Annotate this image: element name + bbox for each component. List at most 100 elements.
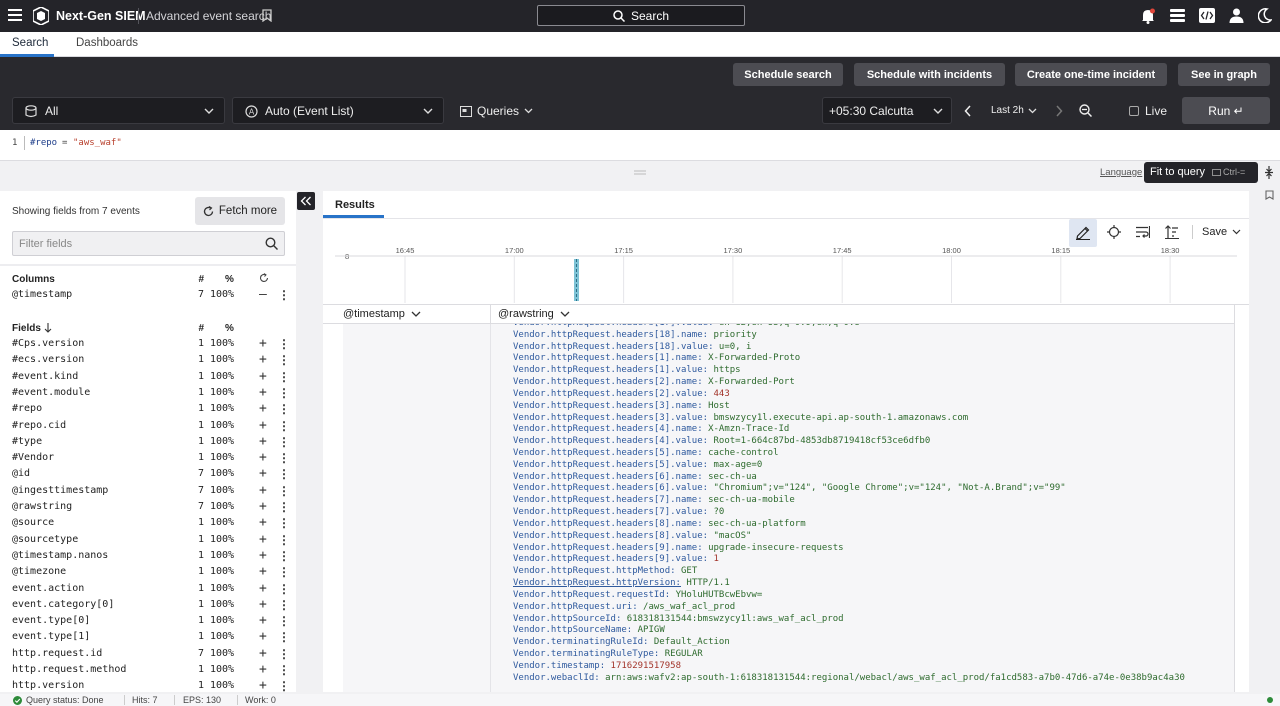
create-one-time-incident-button[interactable]: Create one-time incident — [1015, 63, 1167, 86]
scrollbar-track[interactable] — [1234, 305, 1235, 692]
schedule-with-incidents-button[interactable]: Schedule with incidents — [854, 63, 1005, 86]
field-row[interactable]: http.request.method 1 100% + ⋮ — [12, 662, 290, 678]
event-timeline-chart[interactable]: 816:4517:0017:1517:3017:4518:0018:1518:3… — [323, 241, 1249, 307]
add-field-icon[interactable]: + — [259, 352, 267, 367]
field-row[interactable]: @timestamp.nanos 1 100% + ⋮ — [12, 548, 290, 564]
chevron-right-icon[interactable] — [1055, 105, 1063, 117]
add-field-icon[interactable]: + — [259, 678, 267, 693]
chevron-left-icon[interactable] — [964, 105, 972, 117]
add-field-icon[interactable]: + — [259, 385, 267, 400]
add-field-icon[interactable]: + — [259, 418, 267, 433]
queries-menu-button[interactable]: Queries — [460, 104, 533, 118]
more-options-icon[interactable]: ⋮ — [278, 549, 290, 563]
add-field-icon[interactable]: + — [259, 646, 267, 661]
global-search-button[interactable]: Search — [537, 5, 745, 26]
field-row[interactable]: http.request.id 7 100% + ⋮ — [12, 646, 290, 662]
notifications-bell-icon[interactable] — [1141, 8, 1155, 27]
more-options-icon[interactable]: ⋮ — [278, 484, 290, 498]
live-checkbox[interactable] — [1129, 106, 1139, 116]
query-editor[interactable]: 1 #repo = "aws_waf" — [0, 130, 1280, 161]
more-options-icon[interactable]: ⋮ — [278, 370, 290, 384]
add-field-icon[interactable]: + — [259, 336, 267, 351]
more-options-icon[interactable]: ⋮ — [278, 663, 290, 677]
more-options-icon[interactable]: ⋮ — [278, 582, 290, 596]
collapse-panel-button[interactable] — [297, 192, 315, 210]
raw-field-key[interactable]: Vendor.httpRequest.httpVersion: — [513, 578, 681, 588]
field-row[interactable]: #Vendor 1 100% + ⋮ — [12, 450, 290, 466]
field-row[interactable]: #event.module 1 100% + ⋮ — [12, 385, 290, 401]
code-editor-icon[interactable] — [1199, 8, 1215, 26]
hamburger-menu-icon[interactable] — [8, 9, 22, 21]
field-row[interactable]: @id 7 100% + ⋮ — [12, 466, 290, 482]
add-field-icon[interactable]: + — [259, 597, 267, 612]
timezone-select[interactable]: +05:30 Calcutta — [822, 97, 952, 124]
more-options-icon[interactable]: ⋮ — [278, 614, 290, 628]
field-row[interactable]: @rawstring 7 100% + ⋮ — [12, 499, 290, 515]
more-options-icon[interactable]: ⋮ — [278, 500, 290, 514]
add-field-icon[interactable]: + — [259, 515, 267, 530]
field-row[interactable]: event.type[0] 1 100% + ⋮ — [12, 613, 290, 629]
add-field-icon[interactable]: + — [259, 629, 267, 644]
more-options-icon[interactable]: ⋮ — [278, 516, 290, 530]
run-button[interactable]: Run ↵ — [1182, 97, 1270, 124]
see-in-graph-button[interactable]: See in graph — [1178, 63, 1270, 86]
add-field-icon[interactable]: + — [259, 581, 267, 596]
column-row[interactable]: @timestamp 7 100% – ⋮ — [12, 287, 290, 303]
more-options-icon[interactable]: ⋮ — [278, 679, 290, 693]
editor-resize-bar[interactable]: Language Fit to query Ctrl-= — [0, 161, 1280, 184]
tasks-icon[interactable] — [1170, 8, 1185, 26]
add-field-icon[interactable]: + — [259, 434, 267, 449]
more-options-icon[interactable]: ⋮ — [278, 467, 290, 481]
view-mode-select[interactable]: A Auto (Event List) — [232, 97, 444, 124]
field-row[interactable]: event.type[1] 1 100% + ⋮ — [12, 629, 290, 645]
tab-dashboards[interactable]: Dashboards — [76, 37, 138, 49]
theme-moon-icon[interactable] — [1257, 8, 1273, 26]
sort-arrow-down-icon[interactable] — [44, 323, 52, 333]
field-row[interactable]: @sourcetype 1 100% + ⋮ — [12, 532, 290, 548]
language-link[interactable]: Language — [1100, 167, 1142, 178]
add-field-icon[interactable]: + — [259, 662, 267, 677]
save-menu-button[interactable]: Save — [1202, 226, 1241, 238]
field-row[interactable]: #ecs.version 1 100% + ⋮ — [12, 352, 290, 368]
more-options-icon[interactable]: ⋮ — [278, 630, 290, 644]
add-field-icon[interactable]: + — [259, 450, 267, 465]
add-field-icon[interactable]: + — [259, 499, 267, 514]
fit-to-query-icon[interactable] — [1264, 166, 1274, 179]
more-options-icon[interactable]: ⋮ — [278, 533, 290, 547]
more-options-icon[interactable]: ⋮ — [278, 402, 290, 416]
zoom-out-icon[interactable] — [1079, 104, 1092, 117]
repository-select[interactable]: All — [12, 97, 225, 124]
fetch-more-button[interactable]: Fetch more — [195, 197, 285, 225]
field-row[interactable]: @timezone 1 100% + ⋮ — [12, 564, 290, 580]
field-row[interactable]: http.version 1 100% + ⋮ — [12, 678, 290, 694]
user-avatar-icon[interactable] — [1229, 8, 1244, 26]
add-field-icon[interactable]: + — [259, 613, 267, 628]
add-field-icon[interactable]: + — [259, 548, 267, 563]
remove-column-icon[interactable]: – — [259, 287, 267, 302]
sort-order-icon[interactable] — [1165, 225, 1179, 239]
add-field-icon[interactable]: + — [259, 564, 267, 579]
field-row[interactable]: event.action 1 100% + ⋮ — [12, 581, 290, 597]
more-options-icon[interactable]: ⋮ — [278, 337, 290, 351]
more-options-icon[interactable]: ⋮ — [278, 647, 290, 661]
field-row[interactable]: #event.kind 1 100% + ⋮ — [12, 369, 290, 385]
reset-columns-icon[interactable] — [259, 273, 269, 283]
tab-search[interactable]: Search — [12, 37, 48, 49]
more-options-icon[interactable]: ⋮ — [278, 386, 290, 400]
add-field-icon[interactable]: + — [259, 401, 267, 416]
drag-handle-icon[interactable] — [634, 170, 646, 175]
field-row[interactable]: @ingesttimestamp 7 100% + ⋮ — [12, 483, 290, 499]
bookmark-side-icon[interactable] — [1265, 190, 1274, 200]
field-row[interactable]: #repo.cid 1 100% + ⋮ — [12, 418, 290, 434]
field-row[interactable]: event.category[0] 1 100% + ⋮ — [12, 597, 290, 613]
add-field-icon[interactable]: + — [259, 466, 267, 481]
tab-results[interactable]: Results — [335, 199, 375, 211]
add-field-icon[interactable]: + — [259, 483, 267, 498]
bookmark-icon[interactable] — [262, 9, 272, 25]
time-range-select[interactable]: Last 2h — [991, 105, 1037, 116]
schedule-search-button[interactable]: Schedule search — [733, 63, 843, 86]
more-options-icon[interactable]: ⋮ — [278, 288, 290, 302]
filter-fields-input[interactable]: Filter fields — [12, 231, 285, 256]
field-row[interactable]: #Cps.version 1 100% + ⋮ — [12, 336, 290, 352]
crosshair-icon[interactable] — [1107, 225, 1121, 239]
